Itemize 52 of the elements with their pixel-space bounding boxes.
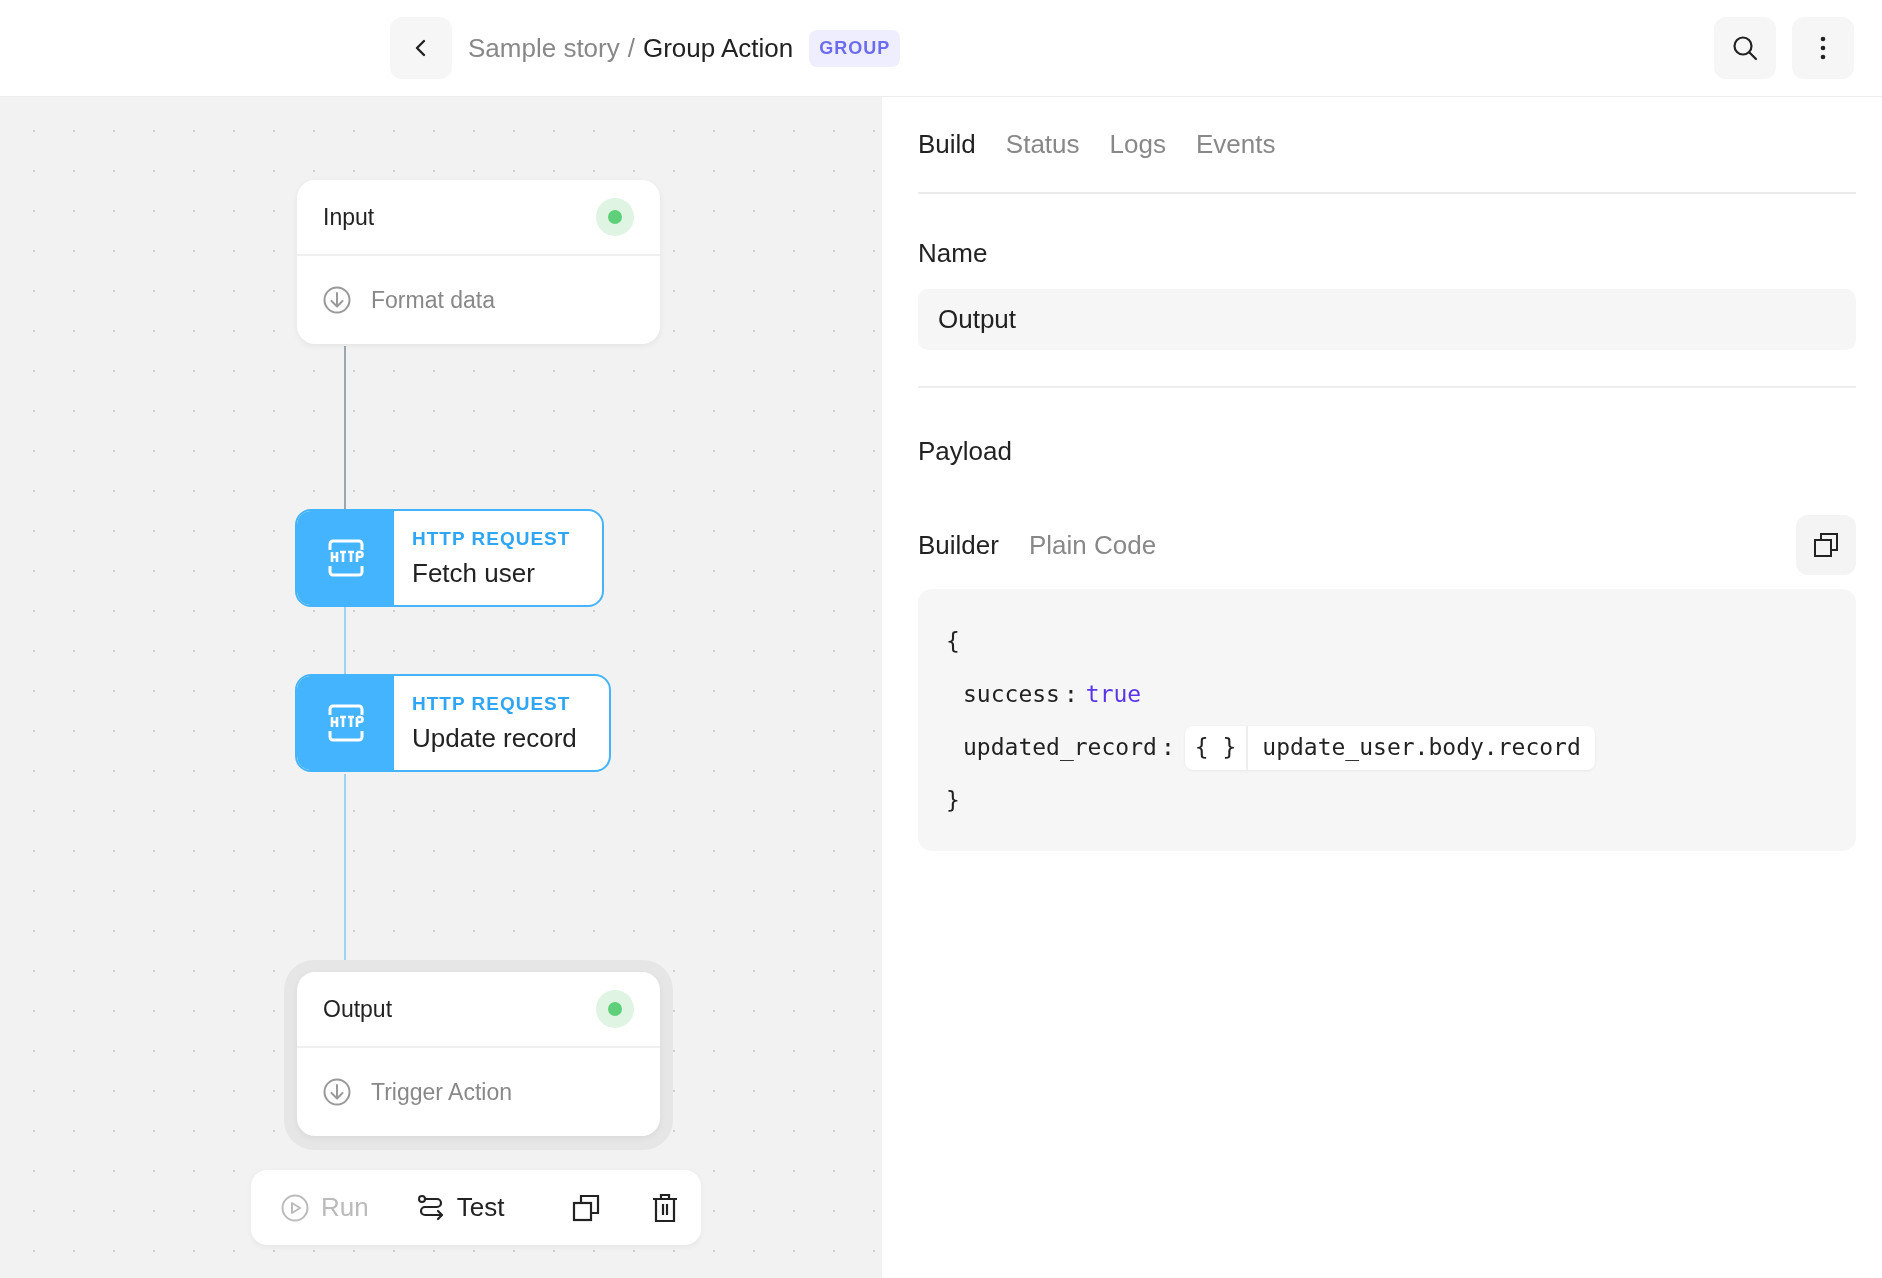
copy-icon xyxy=(572,1193,601,1222)
connector-line xyxy=(344,605,346,675)
node-type-label: HTTP REQUEST xyxy=(412,692,572,716)
node-title: Output xyxy=(323,994,393,1024)
reference-path: update_user.body.record xyxy=(1261,733,1582,763)
node-type-label: HTTP REQUEST xyxy=(412,527,571,551)
play-circle-icon xyxy=(281,1193,309,1222)
code-brace: { xyxy=(946,627,960,657)
chevron-left-icon xyxy=(414,39,428,57)
editor-tab[interactable]: Plain Code xyxy=(1028,525,1157,565)
reference-chip[interactable]: { } update_user.body.record xyxy=(1184,725,1595,770)
download-circle-icon xyxy=(323,286,351,314)
status-dot xyxy=(596,198,634,236)
trigger-node-card[interactable]: Output Trigger Action xyxy=(297,972,660,1136)
breadcrumb-separator: / xyxy=(627,31,635,65)
name-field[interactable]: Output xyxy=(918,289,1856,350)
code-colon: : xyxy=(1063,680,1078,710)
code-editor[interactable]: { success : true updated_record : { } update_user.body.record } xyxy=(918,589,1856,851)
copy-icon xyxy=(1813,532,1839,558)
more-icon xyxy=(1820,36,1826,60)
code-key: success xyxy=(963,677,1060,712)
panel-tab[interactable]: Logs xyxy=(1109,125,1166,164)
code-brace: { } xyxy=(1184,725,1249,770)
http-node[interactable]: HTTP REQUEST Update record xyxy=(295,674,611,772)
breadcrumb-link[interactable]: Sample story xyxy=(468,28,620,68)
panel-tab[interactable]: Status xyxy=(1005,125,1080,164)
code-value: true xyxy=(1085,680,1142,710)
editor-tab[interactable]: Builder xyxy=(918,525,999,565)
page-title: Group Action xyxy=(642,31,794,65)
trash-icon xyxy=(652,1192,679,1223)
panel-tab[interactable]: Build xyxy=(918,125,976,164)
test-button[interactable]: Test xyxy=(410,1184,511,1231)
panel-tab[interactable]: Events xyxy=(1195,125,1276,164)
route-icon xyxy=(416,1193,445,1222)
node-title: Fetch user xyxy=(412,556,536,590)
search-button[interactable] xyxy=(1714,17,1776,79)
group-tag: GROUP xyxy=(809,29,901,67)
node-title: Update record xyxy=(412,721,577,755)
code-brace: } xyxy=(946,786,960,816)
code-colon: : xyxy=(1160,733,1175,763)
node-action: Format data xyxy=(371,285,495,315)
search-icon xyxy=(1732,35,1758,61)
copy-button[interactable] xyxy=(1796,515,1856,575)
download-circle-icon xyxy=(323,1078,351,1106)
http-node[interactable]: HTTP REQUEST Fetch user xyxy=(295,509,605,607)
section-label: Payload xyxy=(918,435,1013,468)
code-key: updated_record xyxy=(963,730,1157,765)
trigger-node-card[interactable]: Input Format data xyxy=(297,180,660,344)
field-label: Name xyxy=(918,237,989,270)
status-dot xyxy=(596,990,634,1028)
node-action: Trigger Action xyxy=(371,1077,513,1107)
node-title: Input xyxy=(323,202,375,232)
